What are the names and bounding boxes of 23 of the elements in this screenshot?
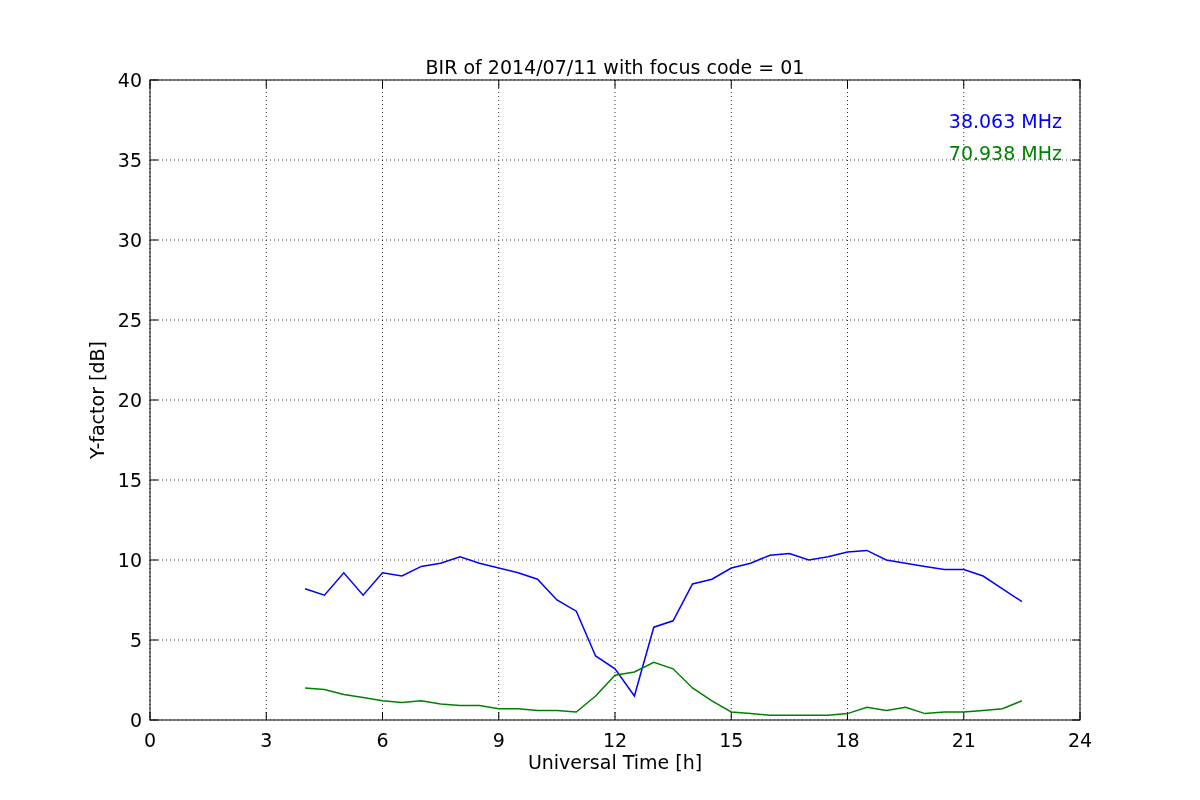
x-axis-label: Universal Time [h] — [527, 751, 703, 773]
tick-label: 15 — [117, 469, 142, 491]
tick-label: 35 — [117, 149, 142, 171]
tick-label: 40 — [117, 69, 142, 91]
tick-label: 20 — [117, 389, 142, 411]
tick-label: 9 — [492, 729, 505, 751]
tick-label: 10 — [117, 549, 142, 571]
tick-label: 0 — [129, 709, 142, 731]
series-label: 70.938 MHz — [948, 142, 1062, 164]
tick-label: 5 — [129, 629, 142, 651]
tick-label: 30 — [117, 229, 142, 251]
tick-label: 6 — [376, 729, 389, 751]
series-label: 38.063 MHz — [948, 110, 1062, 132]
tick-label: 12 — [602, 729, 628, 751]
tick-label: 15 — [719, 729, 744, 751]
tick-label: 21 — [951, 729, 976, 751]
y-axis-label: Y-factor [dB] — [86, 341, 108, 459]
tick-label: 24 — [1067, 729, 1093, 751]
tick-label: 3 — [260, 729, 273, 751]
tick-label: 25 — [117, 309, 142, 331]
tick-label: 0 — [143, 729, 157, 751]
chart-title: BIR of 2014/07/11 with focus code = 01 — [425, 56, 805, 78]
tick-label: 18 — [835, 729, 860, 751]
